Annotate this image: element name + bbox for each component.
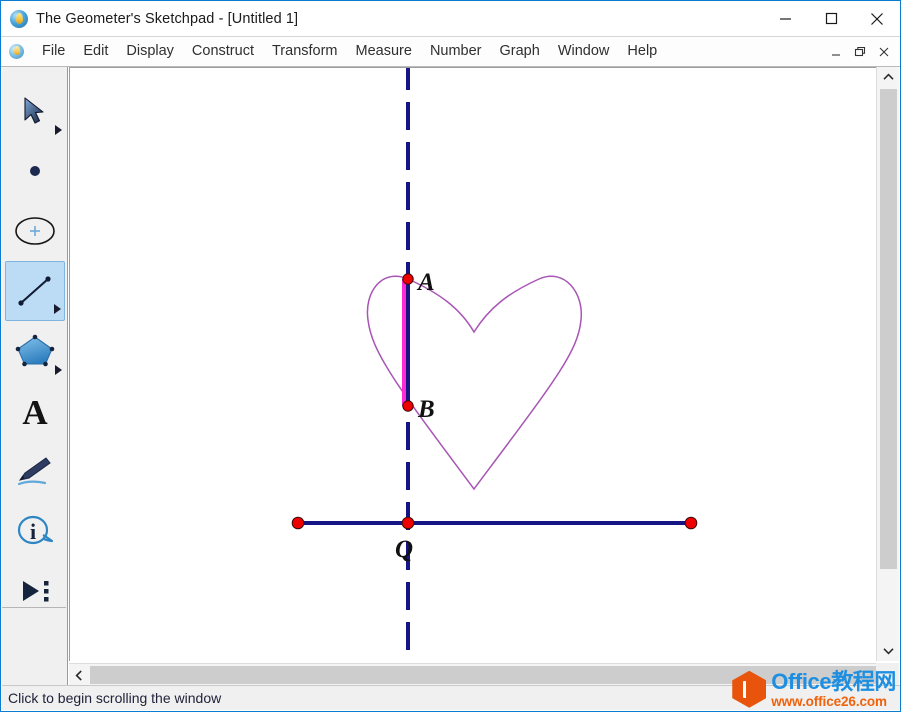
point-left-end[interactable] (291, 516, 305, 530)
svg-text:i: i (29, 519, 35, 544)
application-window: The Geometer's Sketchpad - [Untitled 1] … (0, 0, 901, 712)
menu-item-edit[interactable]: Edit (74, 41, 117, 62)
svg-text:A: A (22, 393, 48, 429)
letter-a-icon: A (22, 393, 48, 429)
vertical-scrollbar[interactable] (876, 67, 899, 661)
mdi-restore-button[interactable] (848, 40, 872, 64)
arrow-tool-flyout-caret[interactable] (54, 125, 62, 135)
point-label-a[interactable]: A (416, 269, 435, 296)
straightedge-tool[interactable] (4, 261, 65, 321)
scroll-left-button[interactable] (69, 664, 89, 686)
menu-item-construct[interactable]: Construct (183, 41, 263, 62)
custom-tools[interactable] (5, 561, 65, 621)
marker-tool[interactable] (5, 441, 65, 501)
maximize-button[interactable] (808, 1, 854, 36)
heart-shape[interactable] (366, 275, 582, 491)
chevron-down-icon (883, 648, 894, 655)
polygon-tool-flyout-caret[interactable] (54, 365, 62, 375)
chevron-up-icon (883, 73, 894, 80)
chevron-left-icon (75, 669, 82, 681)
window-title: The Geometer's Sketchpad - [Untitled 1] (36, 10, 299, 27)
mdi-minimize-button[interactable] (824, 40, 848, 64)
menu-item-graph[interactable]: Graph (491, 41, 549, 62)
line-segment-icon (17, 276, 51, 306)
point-b[interactable] (402, 400, 414, 412)
toolbar-divider (2, 607, 66, 608)
mdi-window-controls (824, 37, 896, 66)
straightedge-tool-flyout-caret[interactable] (53, 304, 61, 314)
menu-item-file[interactable]: File (33, 41, 74, 62)
point-label-b[interactable]: B (417, 396, 435, 423)
close-button[interactable] (854, 1, 900, 36)
scroll-up-button[interactable] (877, 67, 900, 87)
document-icon[interactable] (9, 44, 24, 59)
pen-marker-icon (17, 457, 51, 486)
tool-palette: A i (2, 67, 68, 689)
point-a[interactable] (402, 273, 414, 285)
play-triangle-dots-icon (22, 581, 48, 602)
menu-item-transform[interactable]: Transform (263, 41, 347, 62)
sketch-drawing: A B Q (291, 68, 698, 661)
point-q[interactable] (401, 516, 415, 530)
status-bar: Click to begin scrolling the window (2, 685, 900, 710)
minimize-button[interactable] (762, 1, 808, 36)
arrow-select-tool[interactable] (5, 81, 65, 141)
arrow-cursor-icon (23, 97, 44, 124)
menu-item-number[interactable]: Number (421, 41, 491, 62)
menu-item-display[interactable]: Display (117, 41, 183, 62)
point-tool[interactable] (5, 141, 65, 201)
point-label-q[interactable]: Q (395, 536, 413, 563)
status-message: Click to begin scrolling the window (8, 690, 222, 706)
compass-tool[interactable] (5, 201, 65, 261)
point-dot-icon (29, 166, 40, 176)
horizontal-scrollbar[interactable] (69, 663, 878, 685)
window-controls (762, 1, 900, 36)
mdi-close-button[interactable] (872, 40, 896, 64)
pentagon-icon (15, 334, 54, 367)
vertical-scroll-thumb[interactable] (880, 89, 897, 569)
point-right-end[interactable] (684, 516, 698, 530)
menu-bar: File Edit Display Construct Transform Me… (1, 37, 900, 66)
horizontal-scroll-thumb[interactable] (90, 666, 876, 684)
title-bar: The Geometer's Sketchpad - [Untitled 1] (1, 1, 900, 36)
text-tool[interactable]: A (5, 381, 65, 441)
sketchpad-droplet-icon (10, 9, 28, 28)
info-balloon-icon: i (17, 515, 53, 545)
scroll-down-button[interactable] (877, 641, 900, 661)
menu-item-help[interactable]: Help (618, 41, 666, 62)
polygon-tool[interactable] (5, 321, 65, 381)
scrollbar-corner (876, 663, 899, 685)
circle-compass-icon (14, 217, 55, 245)
sketch-canvas[interactable]: A B Q (69, 67, 878, 661)
information-tool[interactable]: i (5, 501, 65, 561)
menu-item-measure[interactable]: Measure (347, 41, 421, 62)
menu-item-window[interactable]: Window (549, 41, 619, 62)
